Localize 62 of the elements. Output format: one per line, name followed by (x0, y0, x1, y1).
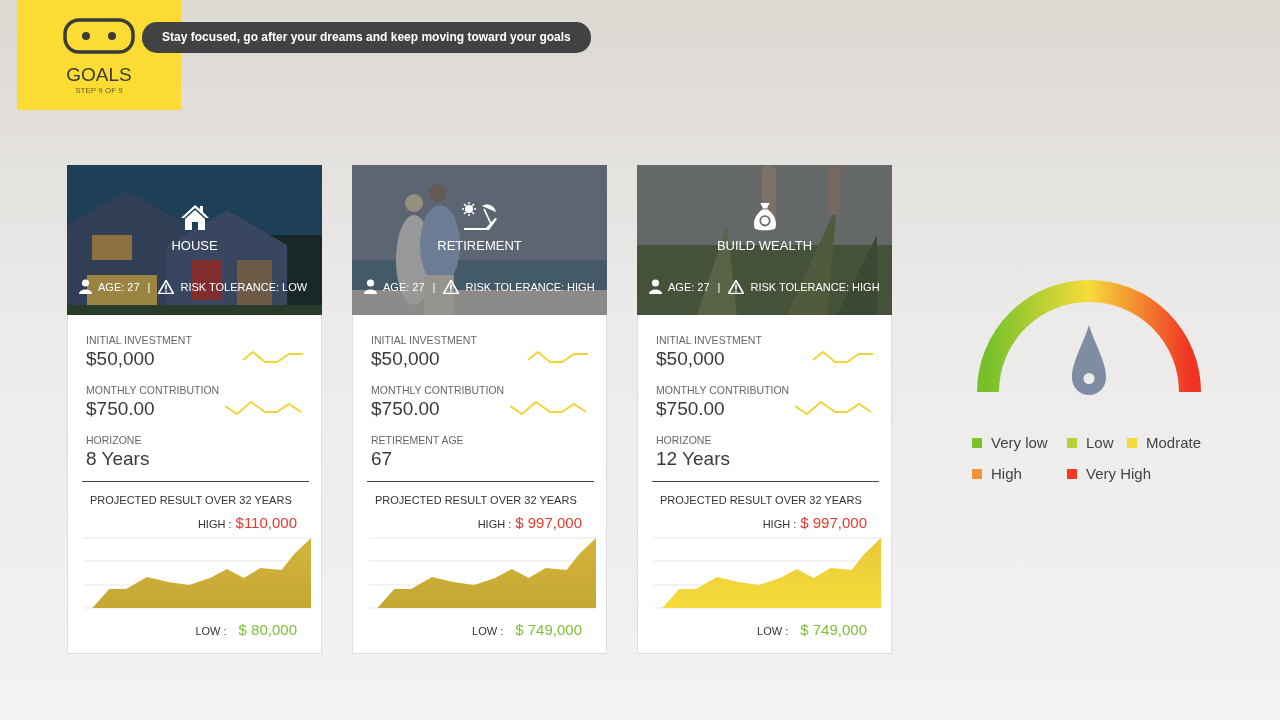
high-value: $ 997,000 (515, 514, 582, 531)
field-value: $50,000 (656, 348, 726, 370)
legend-label: Modrate (1146, 434, 1202, 451)
warning-icon (158, 279, 175, 294)
field-value: 67 (371, 448, 394, 470)
risk-label: RISK TOLERANCE: HIGH (465, 280, 595, 293)
beach-chair-icon (461, 202, 498, 232)
field-label: RETIREMENT AGE (371, 434, 464, 446)
risk-label: RISK TOLERANCE: LOW (180, 280, 308, 293)
person-icon (649, 279, 662, 294)
field-value: $750.00 (656, 398, 726, 420)
warning-icon (728, 279, 745, 294)
separator: | (147, 280, 151, 293)
field-label: MONTHLY CONTRIBUTION (371, 384, 505, 396)
field-label: MONTHLY CONTRIBUTION (656, 384, 790, 396)
separator: | (432, 280, 436, 293)
high-label: HIGH : (477, 518, 512, 530)
projection-title: PROJECTED RESULT OVER 32 YEARS (375, 494, 578, 506)
low-value: $ 749,000 (515, 621, 582, 638)
robot-icon (63, 18, 135, 54)
field-value: $50,000 (371, 348, 441, 370)
age-label: AGE: 27 (668, 280, 710, 293)
goal-title: BUILD WEALTH (716, 238, 813, 253)
field-label: INITIAL INVESTMENT (656, 334, 762, 346)
age-label: AGE: 27 (383, 280, 425, 293)
high-label: HIGH : (197, 518, 232, 530)
field-value: $750.00 (371, 398, 441, 420)
low-value: $ 749,000 (800, 621, 867, 638)
low-label: LOW : (472, 625, 504, 637)
field-label: INITIAL INVESTMENT (86, 334, 192, 346)
field-value: 12 Years (656, 448, 730, 470)
goal-title: HOUSE (171, 238, 218, 253)
field-label: HORIZONE (656, 434, 713, 446)
goal-title: RETIREMENT (437, 238, 522, 253)
money-bag-icon (751, 202, 778, 232)
speech-bubble: Stay focused, go after your dreams and keep moving toward your goals (142, 22, 591, 53)
field-value: $750.00 (86, 398, 156, 420)
legend-label: Very High (1086, 465, 1152, 482)
low-value: $ 80,000 (238, 621, 297, 638)
risk-label: RISK TOLERANCE: HIGH (750, 280, 880, 293)
legend-label: Low (1086, 434, 1114, 451)
legend-label: Very low (991, 434, 1048, 451)
page-title: GOALS (66, 64, 132, 86)
age-label: AGE: 27 (98, 280, 140, 293)
projection-title: PROJECTED RESULT OVER 32 YEARS (90, 494, 293, 506)
legend-label: High (991, 465, 1022, 482)
field-value: 8 Years (86, 448, 150, 470)
field-label: HORIZONE (86, 434, 143, 446)
person-icon (364, 279, 377, 294)
projection-title: PROJECTED RESULT OVER 32 YEARS (660, 494, 863, 506)
person-icon (79, 279, 92, 294)
low-label: LOW : (757, 625, 789, 637)
high-value: $110,000 (235, 514, 297, 531)
high-label: HIGH : (762, 518, 797, 530)
field-label: INITIAL INVESTMENT (371, 334, 477, 346)
warning-icon (443, 279, 460, 294)
step-indicator: STEP 9 OF 9 (75, 86, 123, 95)
field-value: $50,000 (86, 348, 156, 370)
low-label: LOW : (195, 625, 227, 637)
field-label: MONTHLY CONTRIBUTION (86, 384, 220, 396)
high-value: $ 997,000 (800, 514, 867, 531)
separator: | (717, 280, 721, 293)
